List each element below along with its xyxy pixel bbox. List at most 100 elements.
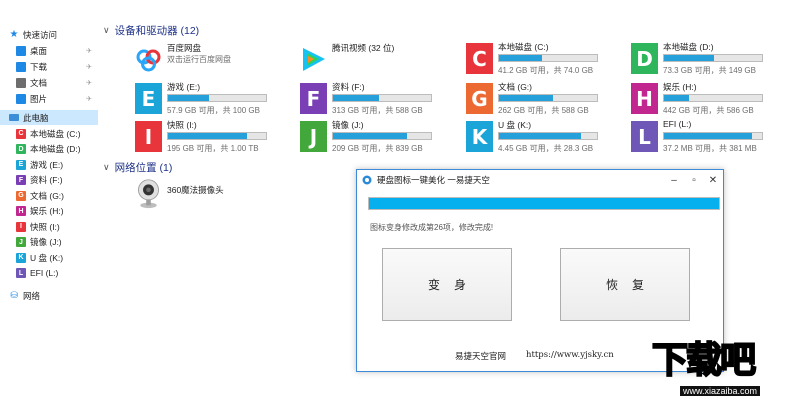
drive-name: 文档 (G:): [498, 82, 532, 92]
pin-icon[interactable]: ✈: [86, 95, 92, 103]
drive-d-icon: D: [631, 43, 658, 74]
close-button[interactable]: ✕: [704, 172, 722, 188]
section-title: 设备和驱动器 (12): [114, 25, 200, 37]
nav-drive-item[interactable]: C 本地磁盘 (C:): [0, 126, 98, 141]
drive-space-info: 4.45 GB 可用，共 28.3 GB: [498, 144, 594, 153]
pin-icon[interactable]: ✈: [86, 63, 92, 71]
minimize-button[interactable]: –: [665, 172, 683, 188]
nav-label: 镜像 (J:): [30, 237, 62, 247]
transform-button[interactable]: 变身: [382, 248, 512, 321]
nav-label: 资料 (F:): [30, 175, 63, 185]
drive-space-info: 209 GB 可用，共 839 GB: [332, 144, 423, 153]
dialog-titlebar[interactable]: 硬盘图标一键美化 一易捷天空 – ▫ ✕: [357, 170, 723, 190]
drive-usage-bar: [498, 132, 598, 140]
watermark-logo: 下载吧: [651, 339, 757, 382]
drive-tile[interactable]: K U 盘 (K:) 4.45 GB 可用，共 28.3 GB: [466, 119, 626, 157]
drive-tile[interactable]: I 快照 (I:) 195 GB 可用，共 1.00 TB: [135, 119, 295, 157]
watermark-domain: www.xiazaiba.com: [680, 386, 761, 396]
drive-tile[interactable]: D 本地磁盘 (D:) 73.3 GB 可用，共 149 GB: [631, 41, 790, 79]
nav-label: 此电脑: [23, 112, 49, 123]
desktop-icon: [16, 45, 26, 56]
drive-d-icon: D: [16, 144, 26, 154]
drive-usage-bar: [498, 54, 598, 62]
drive-e-icon: E: [16, 159, 26, 170]
official-site-link[interactable]: https://www.yjsky.cn: [526, 350, 614, 360]
drive-g-icon: G: [16, 190, 26, 201]
nav-label: 本地磁盘 (C:): [30, 128, 81, 139]
webcam-tile[interactable]: 360魔法摄像头: [135, 178, 295, 216]
drive-i-icon: I: [135, 121, 162, 152]
drive-tile[interactable]: L EFI (L:) 37.2 MB 可用，共 381 MB: [631, 119, 790, 157]
drive-tile[interactable]: F 资料 (F:) 313 GB 可用，共 588 GB: [300, 81, 460, 119]
drive-space-info: 442 GB 可用，共 586 GB: [663, 106, 754, 115]
drive-usage-fill: [664, 95, 689, 101]
nav-quick-access[interactable]: ★ 快速访问: [0, 27, 98, 42]
nav-quick-item[interactable]: 下载 ✈: [0, 59, 98, 74]
nav-drive-item[interactable]: D 本地磁盘 (D:): [0, 142, 98, 157]
nav-quick-item[interactable]: 桌面 ✈: [0, 43, 98, 58]
drive-f-icon: F: [16, 175, 26, 185]
nav-network[interactable]: ⛁ 网络: [0, 288, 98, 303]
nav-drive-item[interactable]: L EFI (L:): [0, 266, 98, 281]
drive-k-icon: K: [16, 252, 26, 263]
star-icon: ★: [9, 29, 19, 40]
computer-icon: [9, 114, 19, 121]
drive-usage-bar: [498, 94, 598, 102]
app-name: 腾讯视频 (32 位): [332, 43, 395, 53]
drive-g-icon: G: [466, 83, 493, 114]
drive-space-info: 73.3 GB 可用，共 149 GB: [663, 66, 756, 75]
drive-usage-bar: [332, 94, 432, 102]
maximize-button[interactable]: ▫: [685, 172, 703, 188]
nav-this-pc[interactable]: 此电脑: [0, 110, 98, 125]
drive-tile[interactable]: J 镜像 (J:) 209 GB 可用，共 839 GB: [300, 119, 460, 157]
nav-quick-item[interactable]: 图片 ✈: [0, 91, 98, 106]
drive-l-icon: L: [631, 121, 658, 152]
drive-tile[interactable]: G 文档 (G:) 262 GB 可用，共 588 GB: [466, 81, 626, 119]
tencent-video-tile[interactable]: 腾讯视频 (32 位): [300, 42, 460, 80]
drive-h-icon: H: [16, 206, 26, 216]
pin-icon[interactable]: ✈: [86, 79, 92, 87]
drive-j-icon: J: [16, 237, 26, 247]
nav-label: 下载: [30, 61, 48, 72]
app-icon: [362, 175, 372, 185]
nav-quick-item[interactable]: 文档 ✈: [0, 75, 98, 90]
nav-drive-item[interactable]: F 资料 (F:): [0, 173, 98, 188]
official-site-label: 易捷天空官网: [455, 351, 507, 361]
nav-label: 桌面: [30, 45, 48, 56]
navigation-pane: ★ 快速访问 桌面 ✈ 下载 ✈ 文档 ✈ 图片 ✈ 此电脑 C 本地磁盘 (C:) D 本地磁盘 …: [0, 0, 98, 399]
network-section-header[interactable]: ∨ 网络位置 (1): [103, 160, 172, 175]
nav-label: 图片: [30, 93, 48, 104]
drive-k-icon: K: [466, 121, 493, 152]
baidu-netdisk-icon: [136, 49, 161, 72]
nav-drive-item[interactable]: G 文档 (G:): [0, 188, 98, 203]
status-text: 图标变身修改成第26项，修改完成!: [370, 223, 494, 232]
drive-tile[interactable]: C 本地磁盘 (C:) 41.2 GB 可用，共 74.0 GB: [466, 41, 626, 79]
nav-drive-item[interactable]: J 镜像 (J:): [0, 235, 98, 250]
nav-drive-item[interactable]: H 娱乐 (H:): [0, 204, 98, 219]
drive-name: 快照 (I:): [167, 120, 197, 130]
drive-tile[interactable]: H 娱乐 (H:) 442 GB 可用，共 586 GB: [631, 81, 790, 119]
drive-usage-fill: [333, 133, 407, 139]
restore-button[interactable]: 恢复: [560, 248, 690, 321]
drive-space-info: 195 GB 可用，共 1.00 TB: [167, 144, 259, 153]
nav-label: 文档: [30, 77, 48, 88]
drive-space-info: 262 GB 可用，共 588 GB: [498, 106, 589, 115]
webcam-icon: [138, 179, 159, 209]
drive-j-icon: J: [300, 121, 327, 152]
baidu-netdisk-tile[interactable]: 百度网盘 双击运行百度网盘: [135, 42, 295, 80]
drive-name: 本地磁盘 (D:): [663, 42, 714, 52]
drive-usage-bar: [332, 132, 432, 140]
drive-name: 镜像 (J:): [332, 120, 364, 130]
drive-space-info: 37.2 MB 可用，共 381 MB: [663, 144, 757, 153]
nav-drive-item[interactable]: K U 盘 (K:): [0, 250, 98, 265]
devices-section-header[interactable]: ∨ 设备和驱动器 (12): [103, 23, 199, 38]
app-subtitle: 双击运行百度网盘: [167, 55, 231, 64]
pin-icon[interactable]: ✈: [86, 47, 92, 55]
drive-name: 娱乐 (H:): [663, 82, 697, 92]
drive-tile[interactable]: E 游戏 (E:) 57.9 GB 可用，共 100 GB: [135, 81, 295, 119]
nav-drive-item[interactable]: E 游戏 (E:): [0, 157, 98, 172]
nav-drive-item[interactable]: I 快照 (I:): [0, 219, 98, 234]
drive-usage-fill: [499, 133, 582, 139]
nav-label: 本地磁盘 (D:): [30, 144, 81, 154]
drive-name: 本地磁盘 (C:): [498, 42, 549, 52]
